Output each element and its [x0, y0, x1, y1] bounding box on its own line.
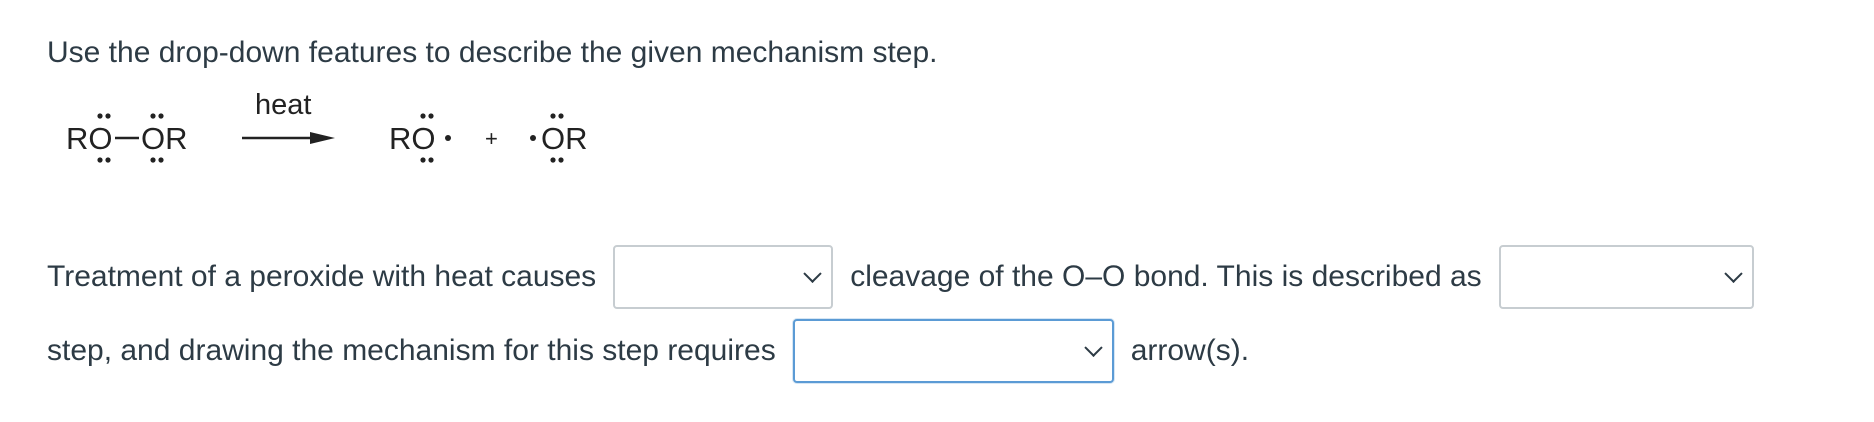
- chevron-down-icon: [803, 264, 822, 283]
- reactant-peroxide: RO OR: [66, 113, 188, 163]
- step-type-dropdown[interactable]: [1498, 245, 1754, 309]
- sentence-part-3: step, and drawing the mechanism for this…: [47, 334, 776, 367]
- product2-label: OR: [541, 121, 588, 156]
- reactant-left-group: RO: [66, 121, 113, 156]
- question-instruction: Use the drop-down features to describe t…: [47, 36, 938, 69]
- sentence-part-2: cleavage of the O–O bond. This is descri…: [850, 260, 1482, 293]
- plus-sign: +: [485, 126, 498, 151]
- sentence-part-4: arrow(s).: [1130, 334, 1250, 367]
- arrow-type-dropdown[interactable]: [792, 319, 1114, 383]
- reaction-arrow: heat: [242, 89, 335, 144]
- reaction-scheme-drawing: RO OR heat RO + OR: [66, 89, 588, 163]
- reactant-right-group: OR: [141, 121, 188, 156]
- reaction-scheme: RO OR heat RO + OR: [60, 88, 620, 178]
- cleavage-type-dropdown[interactable]: [613, 245, 834, 309]
- chevron-down-icon: [1723, 264, 1743, 283]
- product1-label: RO: [389, 121, 436, 156]
- sentence-part-1: Treatment of a peroxide with heat causes: [47, 260, 597, 293]
- product-radical-1: RO: [389, 113, 451, 163]
- product-radical-2: OR: [530, 113, 588, 163]
- chevron-down-icon: [1084, 338, 1103, 357]
- sentence-line-1: Treatment of a peroxide with heat causes…: [47, 245, 1754, 309]
- arrow-condition-label: heat: [255, 89, 311, 121]
- sentence-line-2: step, and drawing the mechanism for this…: [47, 319, 1249, 383]
